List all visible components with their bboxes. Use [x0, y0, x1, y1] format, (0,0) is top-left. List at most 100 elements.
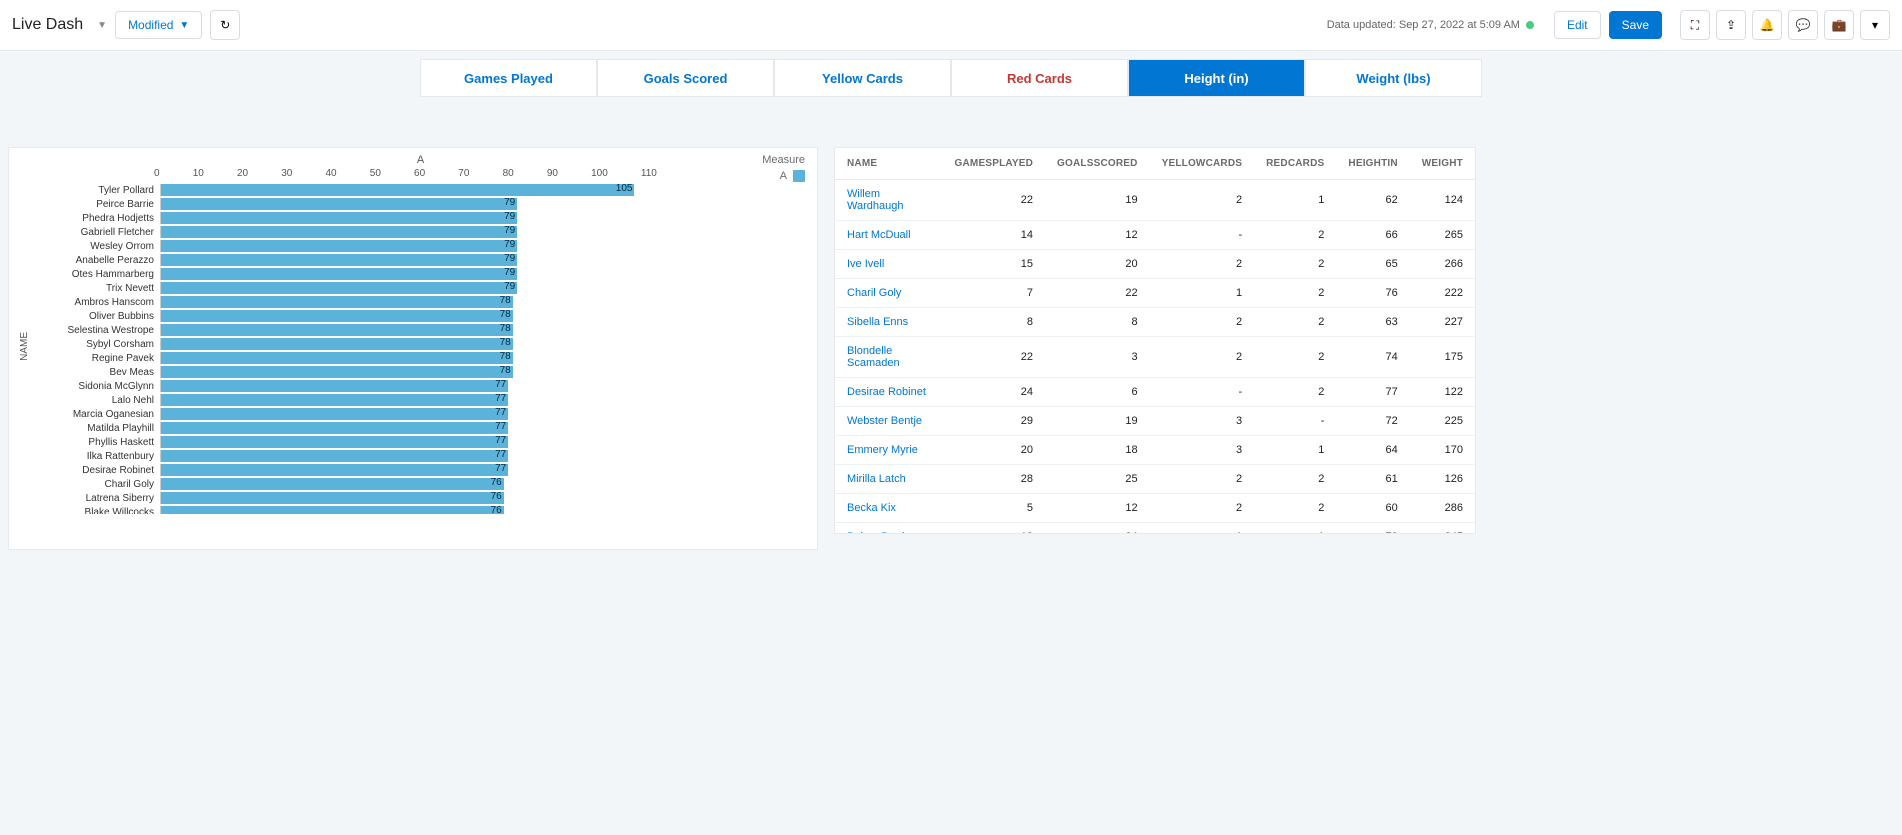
table-row[interactable]: Hart McDuall1412-266265 [835, 221, 1475, 250]
table-row[interactable]: Becka Kix5122260286 [835, 494, 1475, 523]
bar-fill: 105 [161, 184, 634, 196]
tab-yellow-cards[interactable]: Yellow Cards [774, 59, 951, 97]
bar-row[interactable]: Ilka Rattenbury77 [34, 449, 807, 463]
bar-row[interactable]: Ambros Hanscom78 [34, 295, 807, 309]
bar-fill: 77 [161, 464, 508, 476]
bar-row[interactable]: Matilda Playhill77 [34, 421, 807, 435]
col-gamesplayed[interactable]: GAMESPLAYED [943, 148, 1046, 180]
cell-value: 2 [1254, 308, 1336, 337]
bar-label: Regine Pavek [34, 353, 160, 364]
bar-fill: 78 [161, 310, 513, 322]
cell-value: 7 [943, 279, 1046, 308]
cell-value: 61 [1336, 465, 1409, 494]
table-row[interactable]: Webster Bentje29193-72225 [835, 407, 1475, 436]
col-name[interactable]: NAME [835, 148, 943, 180]
bar-label: Latrena Siberry [34, 493, 160, 504]
data-table-panel[interactable]: NAMEGAMESPLAYEDGOALSSCOREDYELLOWCARDSRED… [834, 147, 1476, 534]
bar-value: 78 [500, 309, 511, 320]
x-tick: 20 [237, 168, 248, 179]
table-row[interactable]: Desirae Robinet246-277122 [835, 378, 1475, 407]
bar-row[interactable]: Tyler Pollard105 [34, 183, 807, 197]
bar-track: 76 [160, 506, 657, 514]
bar-track: 78 [160, 338, 657, 350]
bar-row[interactable]: Bev Meas78 [34, 365, 807, 379]
bar-track: 77 [160, 380, 657, 392]
modified-label: Modified [128, 18, 173, 32]
bar-row[interactable]: Gabriell Fletcher79 [34, 225, 807, 239]
table-row[interactable]: Mirilla Latch28252261126 [835, 465, 1475, 494]
tab-height-in-[interactable]: Height (in) [1128, 59, 1305, 97]
col-yellowcards[interactable]: YELLOWCARDS [1150, 148, 1255, 180]
bar-row[interactable]: Desirae Robinet77 [34, 463, 807, 477]
cell-name: Emmery Myrie [835, 436, 943, 465]
cell-value: 12 [943, 523, 1046, 535]
edit-button[interactable]: Edit [1554, 11, 1601, 39]
bar-row[interactable]: Blake Willcocks76 [34, 505, 807, 514]
bar-row[interactable]: Peirce Barrie79 [34, 197, 807, 211]
share-icon[interactable]: ⇪ [1716, 10, 1746, 40]
tab-games-played[interactable]: Games Played [420, 59, 597, 97]
bar-row[interactable]: Sidonia McGlynn77 [34, 379, 807, 393]
table-row[interactable]: Charil Goly7221276222 [835, 279, 1475, 308]
chat-icon[interactable]: 💬 [1788, 10, 1818, 40]
col-goalsscored[interactable]: GOALSSCORED [1045, 148, 1150, 180]
bar-row[interactable]: Phyllis Haskett77 [34, 435, 807, 449]
cell-value: 2 [1150, 308, 1255, 337]
bar-value: 78 [500, 365, 511, 376]
bar-row[interactable]: Selestina Westrope78 [34, 323, 807, 337]
bar-fill: 78 [161, 366, 513, 378]
bar-row[interactable]: Anabelle Perazzo79 [34, 253, 807, 267]
bar-track: 79 [160, 198, 657, 210]
title-dropdown-icon[interactable]: ▼ [97, 20, 107, 31]
x-tick: 10 [193, 168, 204, 179]
bar-row[interactable]: Wesley Orrom79 [34, 239, 807, 253]
tab-weight-lbs-[interactable]: Weight (lbs) [1305, 59, 1482, 97]
bar-value: 78 [500, 323, 511, 334]
briefcase-icon[interactable]: 💼 [1824, 10, 1854, 40]
bar-row[interactable]: Charil Goly76 [34, 477, 807, 491]
bar-row[interactable]: Sybyl Corsham78 [34, 337, 807, 351]
fullscreen-icon[interactable]: ⛶ [1680, 10, 1710, 40]
more-dropdown-icon[interactable]: ▾ [1860, 10, 1890, 40]
bar-row[interactable]: Marcia Oganesian77 [34, 407, 807, 421]
x-tick: 100 [591, 168, 608, 179]
cell-value: 12 [1045, 221, 1150, 250]
table-row[interactable]: Emmery Myrie20183164170 [835, 436, 1475, 465]
cell-name: Sibella Enns [835, 308, 943, 337]
bar-fill: 79 [161, 282, 517, 294]
bar-row[interactable]: Oliver Bubbins78 [34, 309, 807, 323]
bar-row[interactable]: Phedra Hodjetts79 [34, 211, 807, 225]
bar-row[interactable]: Regine Pavek78 [34, 351, 807, 365]
tab-red-cards[interactable]: Red Cards [951, 59, 1128, 97]
save-button[interactable]: Save [1609, 11, 1662, 39]
col-heightin[interactable]: HEIGHTIN [1336, 148, 1409, 180]
cell-value: 29 [943, 407, 1046, 436]
bar-value: 79 [504, 197, 515, 208]
table-row[interactable]: Sibella Enns882263227 [835, 308, 1475, 337]
bar-fill: 77 [161, 422, 508, 434]
table-row[interactable]: Blondelle Scamaden2232274175 [835, 337, 1475, 378]
x-tick: 0 [154, 168, 160, 179]
cell-value: 28 [943, 465, 1046, 494]
refresh-button[interactable]: ↻ [210, 10, 240, 40]
bar-row[interactable]: Lalo Nehl77 [34, 393, 807, 407]
table-row[interactable]: Willem Wardhaugh22192162124 [835, 180, 1475, 221]
cell-value: 2 [1150, 250, 1255, 279]
table-row[interactable]: Peirce Barrie12241179245 [835, 523, 1475, 535]
bar-row[interactable]: Trix Nevett79 [34, 281, 807, 295]
bar-label: Marcia Oganesian [34, 409, 160, 420]
bar-label: Blake Willcocks [34, 507, 160, 515]
bar-fill: 76 [161, 492, 504, 504]
bar-fill: 79 [161, 254, 517, 266]
bar-value: 79 [504, 267, 515, 278]
col-redcards[interactable]: REDCARDS [1254, 148, 1336, 180]
modified-dropdown[interactable]: Modified ▼ [115, 11, 202, 39]
bar-row[interactable]: Otes Hammarberg79 [34, 267, 807, 281]
table-row[interactable]: Ive Ivell15202265266 [835, 250, 1475, 279]
bar-row[interactable]: Latrena Siberry76 [34, 491, 807, 505]
cell-value: 62 [1336, 180, 1409, 221]
col-weight[interactable]: WEIGHT [1410, 148, 1475, 180]
bell-icon[interactable]: 🔔 [1752, 10, 1782, 40]
tab-goals-scored[interactable]: Goals Scored [597, 59, 774, 97]
data-table: NAMEGAMESPLAYEDGOALSSCOREDYELLOWCARDSRED… [835, 148, 1475, 534]
